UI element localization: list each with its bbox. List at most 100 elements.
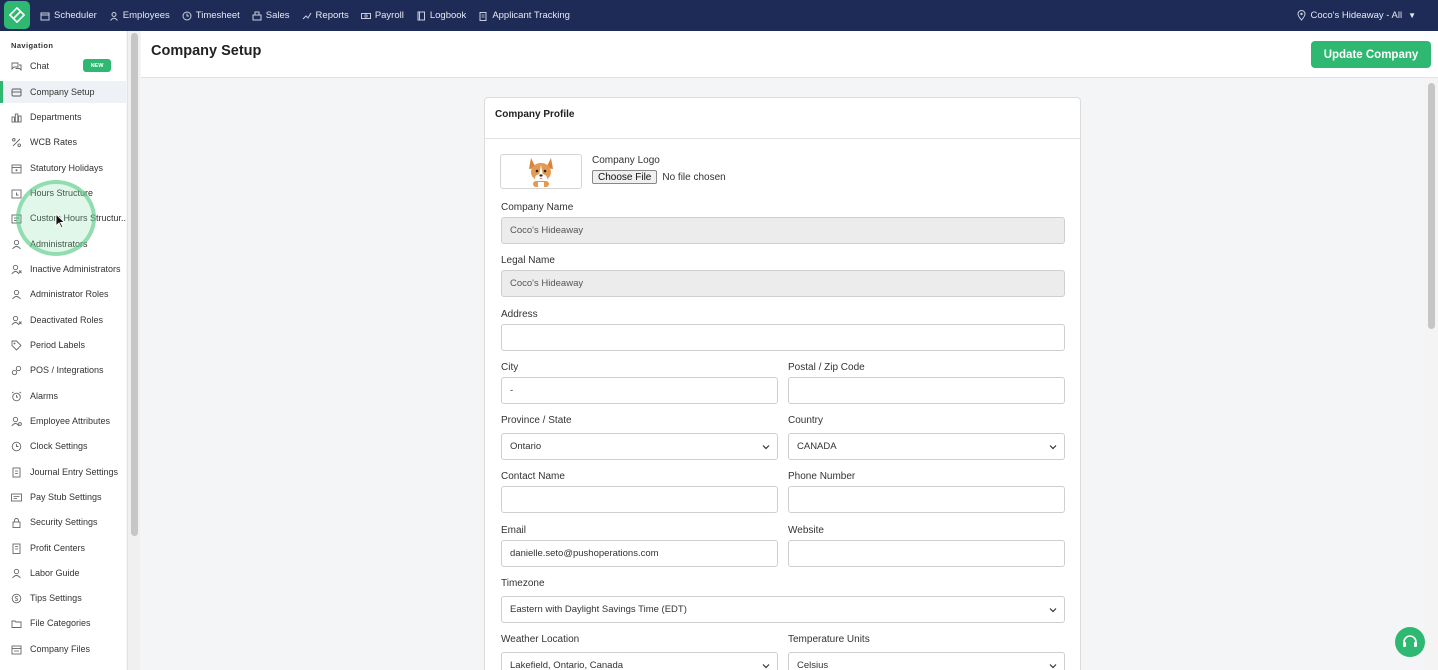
building-icon [11,87,22,98]
sidebar-item-alarms[interactable]: Alarms [0,385,126,407]
sidebar-item-company-files[interactable]: Company Files [0,638,126,660]
timezone-select[interactable]: Eastern with Daylight Savings Time (EDT) [501,596,1065,623]
country-select[interactable]: CANADA [788,433,1065,460]
card-title: Company Profile [495,109,575,120]
logo-file-input: Choose File No file chosen [592,170,726,184]
province-select[interactable]: Ontario [501,433,778,460]
sidebar-item-pay-stub-settings[interactable]: Pay Stub Settings [0,486,126,508]
person-x-icon [11,315,22,326]
sidebar-item-labor-guide[interactable]: Labor Guide [0,562,126,584]
sidebar-item-label: Deactivated Roles [30,315,104,325]
clock-icon [11,441,22,452]
sidebar-item-employee-attributes[interactable]: Employee Attributes [0,410,126,432]
sidebar-item-label: Inactive Administrators [30,264,121,274]
topnav-label: Payroll [374,10,404,21]
topnav-payroll[interactable]: Payroll [360,10,404,21]
company-profile-card: Company Profile Company Logo Choose File… [484,97,1081,670]
temperature-units-label: Temperature Units [788,634,870,645]
custom-hours-icon [11,213,22,224]
person-icon [11,568,22,579]
sidebar-item-departments[interactable]: Departments [0,106,126,128]
postal-label: Postal / Zip Code [788,362,865,373]
contact-name-field[interactable] [501,486,778,513]
help-button[interactable] [1395,627,1425,657]
topnav-sales[interactable]: Sales [252,10,290,21]
map-pin-icon [1296,10,1306,21]
country-value: CANADA [797,441,837,452]
sidebar-item-chat[interactable]: Chat NEW [0,55,126,77]
sidebar-item-tips-settings[interactable]: Tips Settings [0,587,126,609]
departments-icon [11,112,22,123]
sidebar-item-profit-centers[interactable]: Profit Centers [0,537,126,559]
postal-field[interactable] [788,377,1065,404]
sidebar-item-administrators[interactable]: Administrators [0,233,126,255]
topnav-timesheet[interactable]: Timesheet [182,10,240,21]
topnav-employees[interactable]: Employees [109,10,170,21]
page-header: Company Setup Update Company [141,31,1438,78]
update-company-button[interactable]: Update Company [1311,41,1431,68]
sidebar-item-hours-structure[interactable]: Hours Structure [0,182,126,204]
topnav-logbook[interactable]: Logbook [416,10,466,21]
sidebar-item-label: Labor Guide [30,568,80,578]
email-field[interactable]: danielle.seto@pushoperations.com [501,540,778,567]
weather-location-label: Weather Location [501,634,580,645]
province-label: Province / State [501,415,572,426]
main-scrollbar-thumb[interactable] [1428,83,1435,329]
chevron-down-icon [1049,445,1057,450]
sidebar-item-security-settings[interactable]: Security Settings [0,511,126,533]
sidebar-item-file-categories[interactable]: File Categories [0,612,126,634]
sidebar-item-label: Statutory Holidays [30,163,104,173]
sidebar-heading: Navigation [11,41,54,50]
company-name-label: Company Name [501,202,574,213]
choose-file-button[interactable]: Choose File [592,170,658,184]
sidebar-item-label: Tips Settings [30,593,82,603]
sidebar-item-label: Employee Attributes [30,416,111,426]
phone-field[interactable] [788,486,1065,513]
company-logo-label: Company Logo [592,155,660,166]
weather-location-select[interactable]: Lakefield, Ontario, Canada [501,652,778,670]
sidebar-item-administrator-roles[interactable]: Administrator Roles [0,283,126,305]
journal-icon [11,467,22,478]
location-selector[interactable]: Coco's Hideaway - All ▼ [1296,0,1416,31]
paystub-icon [11,492,22,503]
temperature-units-value: Celsius [797,660,829,670]
top-navigation-bar: Scheduler Employees Timesheet Sales Repo… [0,0,1438,31]
sidebar-item-company-setup[interactable]: Company Setup [0,81,126,103]
chevron-down-icon [1049,608,1057,613]
sidebar-item-deactivated-roles[interactable]: Deactivated Roles [0,309,126,331]
person-gear-icon [11,416,22,427]
topnav-applicant-tracking[interactable]: Applicant Tracking [478,10,570,21]
legal-name-field: Coco's Hideaway [501,270,1065,297]
sidebar-item-journal-entry-settings[interactable]: Journal Entry Settings [0,461,126,483]
sidebar-item-custom-hours-structure[interactable]: Custom Hours Structur... [0,207,126,229]
building-icon [11,543,22,554]
sidebar-item-period-labels[interactable]: Period Labels [0,334,126,356]
sidebar-item-clock-settings[interactable]: Clock Settings [0,435,126,457]
app-logo[interactable] [4,1,30,29]
sidebar-scrollbar[interactable] [127,31,140,670]
file-icon [11,644,22,655]
book-icon [417,11,425,20]
sidebar-item-inactive-administrators[interactable]: Inactive Administrators [0,258,126,280]
main-scrollbar[interactable] [1425,78,1438,670]
person-icon [109,11,118,21]
sidebar-item-pos-integrations[interactable]: POS / Integrations [0,359,126,381]
topnav-label: Employees [122,10,170,21]
website-field[interactable] [788,540,1065,567]
temperature-units-select[interactable]: Celsius [788,652,1065,670]
sidebar-item-label: Clock Settings [30,441,88,451]
address-field[interactable] [501,324,1065,351]
topnav-reports[interactable]: Reports [302,10,349,21]
lock-icon [11,517,22,528]
city-field[interactable]: - [501,377,778,404]
chevron-down-icon [1049,664,1057,669]
sidebar-scrollbar-thumb[interactable] [131,33,138,536]
page-title: Company Setup [151,43,262,59]
topnav-label: Timesheet [195,10,240,21]
address-label: Address [501,309,538,320]
topnav-scheduler[interactable]: Scheduler [40,10,97,21]
chevron-down-icon [762,445,770,450]
sidebar-item-wcb-rates[interactable]: WCB Rates [0,131,126,153]
sidebar-item-statutory-holidays[interactable]: Statutory Holidays [0,157,126,179]
legal-name-value: Coco's Hideaway [510,278,584,289]
